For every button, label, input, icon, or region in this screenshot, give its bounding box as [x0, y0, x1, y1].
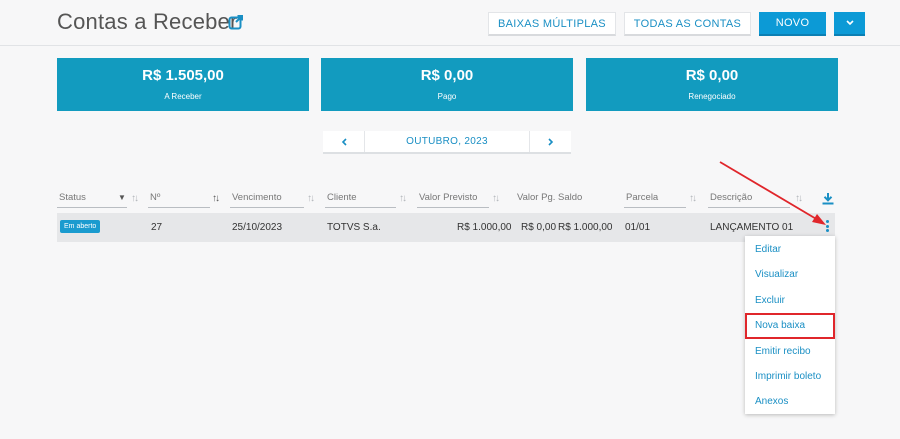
cell-parcela: 01/01 [625, 222, 651, 233]
cell-descricao: LANÇAMENTO 01 [710, 222, 794, 233]
cell-valor-previsto: R$ 1.000,00 [457, 222, 512, 233]
status-badge: Em aberto [60, 220, 101, 233]
column-label: Saldo [558, 192, 583, 203]
card-amount: R$ 1.505,00 [142, 67, 224, 84]
column-label: Status [59, 192, 86, 203]
column-header-cliente[interactable]: Cliente [325, 190, 396, 208]
prev-month-button[interactable] [323, 131, 365, 152]
menu-item-visualizar[interactable]: Visualizar [755, 269, 798, 280]
novo-button[interactable]: NOVO [759, 12, 826, 36]
menu-item-excluir[interactable]: Excluir [755, 295, 785, 306]
column-header-numero[interactable]: Nº [148, 190, 210, 208]
more-vertical-icon[interactable] [823, 220, 831, 234]
chevron-left-icon [341, 137, 347, 146]
download-icon[interactable] [822, 192, 834, 205]
cell-vencimento: 25/10/2023 [232, 222, 283, 233]
sort-icon[interactable]: ↑↓ [689, 193, 697, 204]
sort-active-icon[interactable]: ↑↓ [212, 193, 220, 204]
column-label: Parcela [626, 192, 659, 203]
menu-item-imprimir-boleto[interactable]: Imprimir boleto [755, 371, 821, 382]
column-label: Valor Previsto [419, 192, 478, 203]
filter-caret-icon[interactable]: ▼ [118, 193, 126, 202]
column-label: Vencimento [232, 192, 282, 203]
column-header-status[interactable]: Status ▼ [57, 190, 127, 208]
chevron-right-icon [547, 137, 553, 146]
sort-icon[interactable]: ↑↓ [492, 193, 500, 204]
card-label: Pago [437, 92, 457, 101]
sort-icon[interactable]: ↑↓ [399, 193, 407, 204]
card-amount: R$ 0,00 [685, 67, 739, 84]
sort-icon[interactable]: ↑↓ [307, 193, 315, 204]
current-month-label[interactable]: OUTUBRO, 2023 [365, 131, 529, 152]
table-row[interactable]: Em aberto 27 25/10/2023 TOTVS S.a. R$ 1.… [57, 213, 835, 242]
column-header-vencimento[interactable]: Vencimento [230, 190, 304, 208]
baixas-multiplas-button[interactable]: BAIXAS MÚLTIPLAS [488, 12, 616, 36]
month-navigator: OUTUBRO, 2023 [323, 131, 571, 154]
column-header-saldo: Saldo [556, 190, 606, 208]
column-header-descricao[interactable]: Descrição [708, 190, 790, 208]
column-label: Nº [150, 192, 161, 203]
column-label: Valor Pg. [517, 192, 556, 203]
menu-item-editar[interactable]: Editar [755, 244, 781, 255]
external-link-icon[interactable] [228, 14, 244, 30]
sort-icon[interactable]: ↑↓ [131, 193, 139, 204]
card-pago[interactable]: R$ 0,00 Pago [321, 58, 573, 111]
card-renegociado[interactable]: R$ 0,00 Renegociado [586, 58, 838, 111]
chevron-down-icon [845, 20, 854, 26]
menu-item-anexos[interactable]: Anexos [755, 396, 788, 407]
column-header-valor-pago: Valor Pg. [515, 190, 555, 208]
page-title: Contas a Receber [57, 9, 238, 34]
novo-dropdown-button[interactable] [834, 12, 865, 36]
cell-valor-pago: R$ 0,00 [521, 222, 557, 233]
menu-item-emitir-recibo[interactable]: Emitir recibo [755, 346, 811, 357]
column-header-parcela[interactable]: Parcela [624, 190, 686, 208]
todas-as-contas-button[interactable]: TODAS AS CONTAS [624, 12, 751, 36]
annotation-highlight-box [745, 313, 835, 339]
card-label: Renegociado [688, 92, 736, 101]
column-label: Descrição [710, 192, 753, 203]
card-a-receber[interactable]: R$ 1.505,00 A Receber [57, 58, 309, 111]
card-label: A Receber [164, 92, 202, 101]
column-header-valor-previsto[interactable]: Valor Previsto [417, 190, 489, 208]
column-label: Cliente [327, 192, 357, 203]
cell-cliente: TOTVS S.a. [327, 222, 381, 233]
card-amount: R$ 0,00 [420, 67, 474, 84]
page-header: Contas a Receber BAIXAS MÚLTIPLAS TODAS … [0, 0, 900, 46]
sort-icon[interactable]: ↑↓ [795, 193, 803, 204]
next-month-button[interactable] [529, 131, 571, 152]
cell-numero: 27 [151, 222, 163, 233]
cell-saldo: R$ 1.000,00 [558, 222, 613, 233]
